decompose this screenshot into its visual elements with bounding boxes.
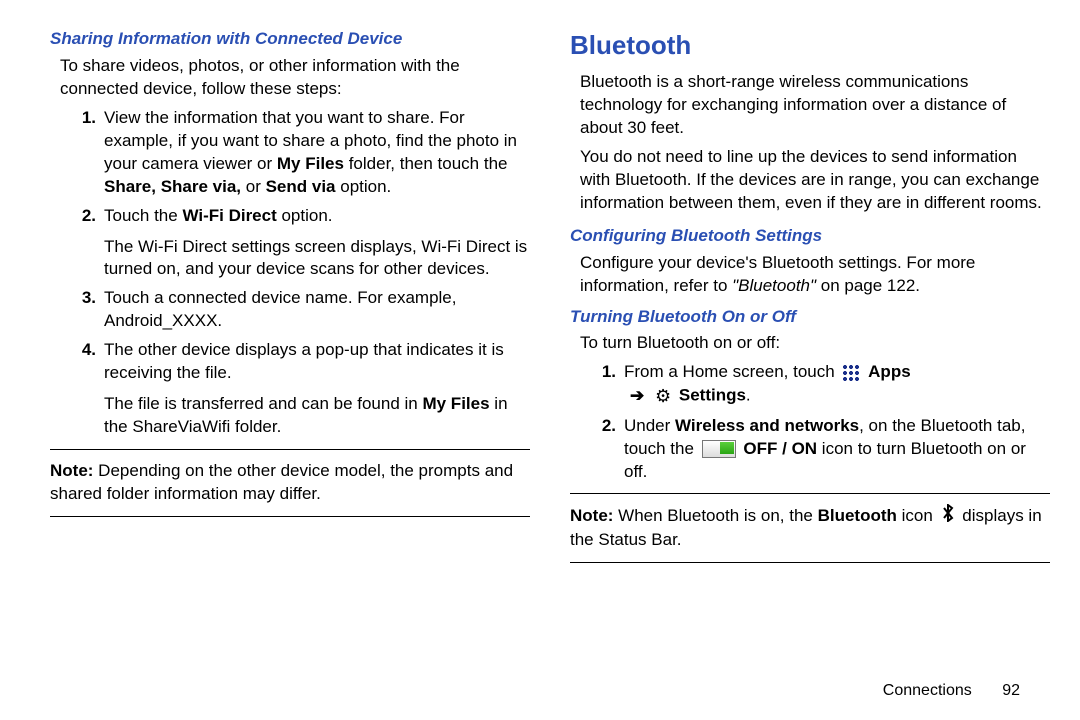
turn-intro: To turn Bluetooth on or off: — [570, 332, 1050, 355]
apps-icon — [842, 364, 860, 382]
sharing-steps: 1. View the information that you want to… — [50, 107, 530, 228]
right-column: Bluetooth Bluetooth is a short-range wir… — [570, 28, 1050, 573]
turn-steps: 1. From a Home screen, touch Apps ➔ ⚙ Se… — [570, 361, 1050, 483]
note-text: Note: Depending on the other device mode… — [50, 460, 530, 506]
divider — [570, 493, 1050, 494]
bluetooth-icon — [941, 504, 955, 529]
step-extra-text: The Wi-Fi Direct settings screen display… — [104, 236, 530, 282]
bluetooth-desc2: You do not need to line up the devices t… — [570, 146, 1050, 215]
sharing-steps-cont: 3. Touch a connected device name. For ex… — [50, 287, 530, 385]
step-number: 1. — [592, 361, 616, 408]
step-number: 4. — [72, 339, 96, 385]
divider — [570, 562, 1050, 563]
step-number: 2. — [72, 205, 96, 228]
step-number: 3. — [72, 287, 96, 333]
sharing-intro: To share videos, photos, or other inform… — [50, 55, 530, 101]
subheading-turn-onoff: Turning Bluetooth On or Off — [570, 306, 1050, 329]
step-text: Touch the Wi-Fi Direct option. — [104, 205, 530, 228]
step-extra-text: The file is transferred and can be found… — [104, 393, 530, 439]
left-column: Sharing Information with Connected Devic… — [50, 28, 530, 573]
gear-icon: ⚙ — [655, 384, 671, 408]
arrow-icon: ➔ — [630, 385, 644, 408]
footer-page-number: 92 — [1002, 682, 1020, 699]
step-text: The other device displays a pop-up that … — [104, 339, 530, 385]
footer-section: Connections — [883, 682, 972, 699]
page-footer: Connections 92 — [883, 680, 1020, 702]
divider — [50, 516, 530, 517]
subheading-sharing: Sharing Information with Connected Devic… — [50, 28, 530, 51]
step-text: View the information that you want to sh… — [104, 107, 530, 199]
step-text: Under Wireless and networks, on the Blue… — [624, 415, 1050, 484]
divider — [50, 449, 530, 450]
step-number: 1. — [72, 107, 96, 199]
toggle-icon — [702, 440, 736, 458]
step-number: 2. — [592, 415, 616, 484]
configure-text: Configure your device's Bluetooth settin… — [570, 252, 1050, 298]
step-text: Touch a connected device name. For examp… — [104, 287, 530, 333]
subheading-configure: Configuring Bluetooth Settings — [570, 225, 1050, 248]
bluetooth-desc: Bluetooth is a short-range wireless comm… — [570, 71, 1050, 140]
note-text: Note: When Bluetooth is on, the Bluetoot… — [570, 504, 1050, 552]
section-heading-bluetooth: Bluetooth — [570, 28, 1050, 63]
step-text: From a Home screen, touch Apps ➔ ⚙ Setti… — [624, 361, 1050, 408]
